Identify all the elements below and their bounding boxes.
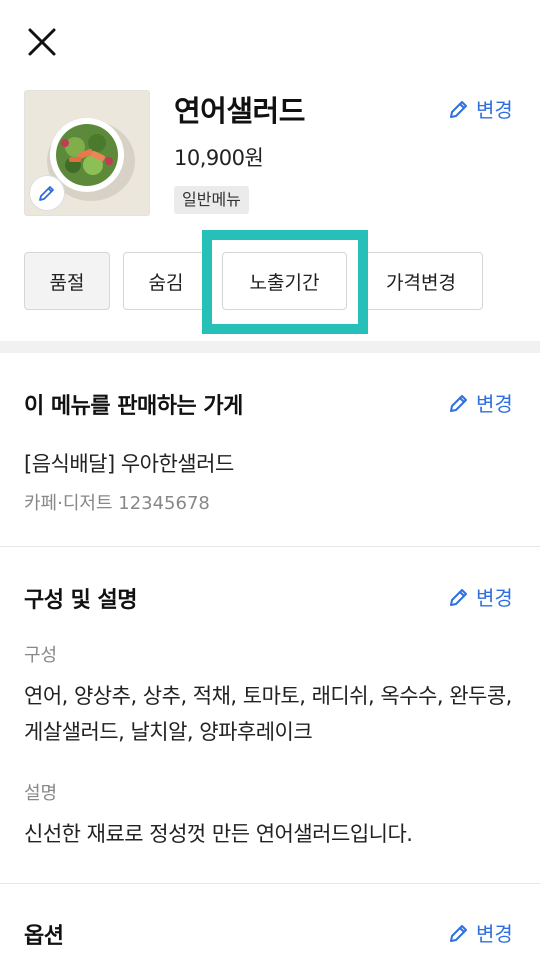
options-edit-link[interactable]: 변경 (448, 918, 513, 947)
section-divider-band (0, 341, 540, 353)
description-label: 설명 (24, 783, 58, 804)
edit-label: 변경 (476, 98, 513, 122)
composition-edit-link[interactable]: 변경 (448, 582, 513, 611)
highlight-frame (202, 230, 368, 334)
price-change-button[interactable]: 가격변경 (359, 252, 483, 310)
menu-price: 10,900원 (174, 146, 264, 170)
thumbnail-edit-button[interactable] (30, 176, 64, 210)
hide-button[interactable]: 숨김 (123, 252, 209, 310)
store-name: [음식배달] 우아한샐러드 (24, 452, 234, 476)
composition-text: 연어, 양상추, 상추, 적채, 토마토, 래디쉬, 옥수수, 완두콩, 게살샐… (24, 684, 512, 744)
header-edit-link[interactable]: 변경 (448, 94, 513, 123)
stores-section-title: 이 메뉴를 판매하는 가게 (24, 394, 243, 419)
close-icon (28, 28, 56, 56)
pencil-icon (450, 394, 467, 412)
edit-label: 변경 (476, 922, 513, 946)
close-button[interactable] (22, 22, 62, 62)
edit-label: 변경 (476, 392, 513, 416)
pencil-icon (450, 588, 467, 606)
composition-label: 구성 (24, 645, 58, 666)
description-text: 신선한 재료로 정성껏 만든 연어샐러드입니다. (24, 822, 413, 846)
pencil-icon (450, 100, 467, 118)
divider (0, 546, 540, 547)
edit-label: 변경 (476, 586, 513, 610)
stores-edit-link[interactable]: 변경 (448, 388, 513, 417)
pencil-icon (450, 924, 467, 942)
sold-out-button[interactable]: 품절 (24, 252, 110, 310)
menu-name: 연어샐러드 (174, 94, 305, 128)
menu-type-badge: 일반메뉴 (174, 186, 249, 214)
store-meta: 카페·디저트 12345678 (24, 493, 210, 514)
divider (0, 883, 540, 884)
options-section-title: 옵션 (24, 924, 64, 949)
pencil-icon (39, 186, 54, 201)
composition-section-title: 구성 및 설명 (24, 588, 138, 613)
